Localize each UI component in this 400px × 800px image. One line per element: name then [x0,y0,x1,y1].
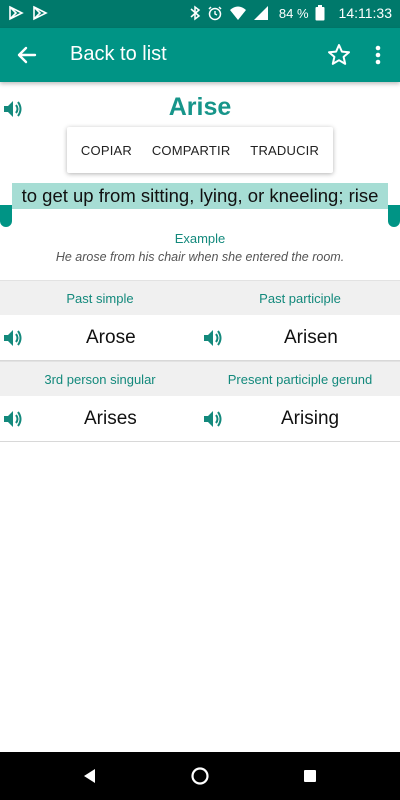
system-nav-bar [0,752,400,800]
status-time: 14:11:33 [338,5,392,21]
past-simple-value: Arose [86,327,136,348]
back-arrow-icon[interactable] [14,42,40,68]
more-vert-icon[interactable] [368,42,388,68]
selection-handle-left[interactable] [0,205,12,227]
forms-header-row-1: Past simple Past participle [0,280,400,315]
alarm-icon [207,5,223,21]
share-menu-item[interactable]: COMPARTIR [152,143,231,158]
selection-handle-right[interactable] [388,205,400,227]
status-bar: 84 % 14:11:33 [0,0,400,28]
definition-text[interactable]: to get up from sitting, lying, or kneeli… [12,183,388,209]
past-simple-label: Past simple [66,291,134,306]
app-bar: Back to list [0,28,400,82]
nav-recents-icon[interactable] [300,766,320,786]
example-label: Example [174,231,226,246]
past-participle-value: Arisen [284,327,338,348]
speaker-icon-present-participle[interactable] [202,408,224,430]
play-store-notification-icon [8,5,24,21]
star-outline-icon[interactable] [326,42,352,68]
battery-percentage: 84 % [278,5,309,21]
third-person-singular-label: 3rd person singular [44,372,156,387]
forms-values-row-2: Arises Arising [0,396,400,442]
word-title: Arise [168,93,232,121]
play-store-notification-icon-2 [32,5,48,21]
present-participle-label: Present participle gerund [227,372,373,387]
speaker-icon-third-person[interactable] [2,408,24,430]
definition-block: to get up from sitting, lying, or kneeli… [0,183,400,227]
forms-values-row-1: Arose Arisen [0,315,400,361]
nav-back-icon[interactable] [80,766,100,786]
text-selection-menu: COPIAR COMPARTIR TRADUCIR [67,127,333,173]
speaker-icon-past-simple[interactable] [2,327,24,349]
nav-home-icon[interactable] [190,766,210,786]
signal-icon [253,5,269,21]
bluetooth-icon [189,5,201,21]
wifi-icon [229,5,247,21]
battery-icon [315,5,325,21]
back-to-list-title[interactable]: Back to list [70,43,167,66]
copy-menu-item[interactable]: COPIAR [81,143,132,158]
third-person-value: Arises [84,408,137,429]
example-sentence: He arose from his chair when she entered… [55,250,345,264]
status-system: 84 % 14:11:33 [189,5,392,21]
status-notifications [8,5,48,21]
speaker-icon-past-participle[interactable] [202,327,224,349]
present-participle-value: Arising [281,408,340,429]
past-participle-label: Past participle [259,291,341,306]
translate-menu-item[interactable]: TRADUCIR [250,143,319,158]
forms-header-row-2: 3rd person singular Present participle g… [0,361,400,396]
